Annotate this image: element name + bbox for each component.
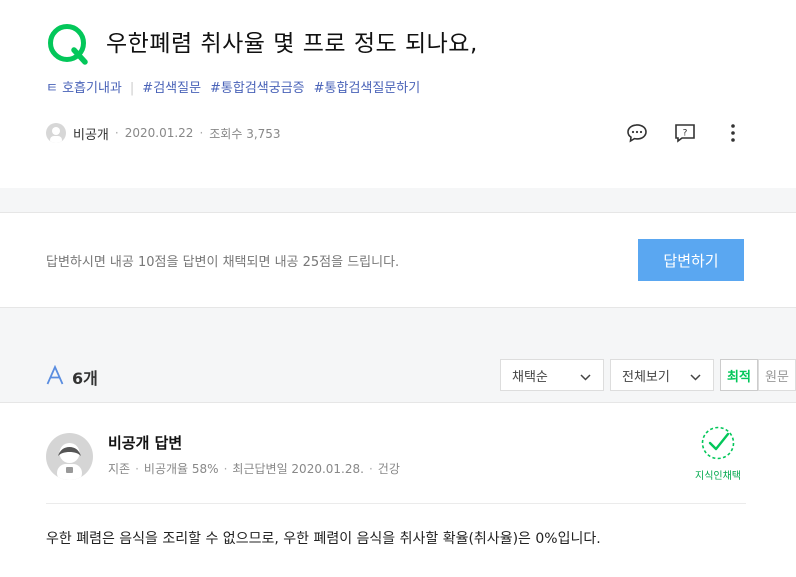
- chevron-down-icon: [580, 370, 591, 385]
- sort-select-value: 채택순: [512, 369, 548, 385]
- answerer-recent: 최근답변일 2020.01.28.: [232, 462, 364, 476]
- answerer-category: 건강: [377, 462, 400, 476]
- tag-list: ㅌ 호흡기내과 | #검색질문 #통합검색궁금증 #통합검색질문하기: [46, 77, 429, 96]
- meta-dot: ·: [199, 126, 204, 140]
- tab-original[interactable]: 원문: [758, 359, 796, 391]
- tag-separator: |: [129, 81, 135, 96]
- answerer-avatar: [46, 433, 93, 480]
- more-icon[interactable]: [720, 120, 746, 146]
- meta-dot: ·: [368, 462, 373, 476]
- answer-divider: [46, 503, 746, 504]
- view-count: 조회수 3,753: [209, 126, 281, 141]
- adopted-badge: 지식인채택: [686, 425, 750, 482]
- answerer-meta: 지존 · 비공개율 58% · 최근답변일 2020.01.28. · 건강: [108, 460, 400, 477]
- answer-a-icon: [46, 364, 64, 385]
- meta-dot: ·: [223, 462, 228, 476]
- tag-link[interactable]: #통합검색질문하기: [314, 81, 421, 96]
- adopted-badge-label: 지식인채택: [695, 471, 741, 482]
- author-name[interactable]: 비공개: [73, 124, 109, 143]
- meta-dot: ·: [114, 126, 119, 140]
- answerer-rate: 비공개율 58%: [143, 462, 219, 476]
- question-meta: 비공개 · 2020.01.22 · 조회수 3,753: [46, 123, 281, 143]
- meta-dot: ·: [135, 462, 139, 476]
- comment-icon[interactable]: [624, 120, 650, 146]
- author-avatar: [46, 123, 66, 143]
- answerer-grade: 지존: [108, 462, 131, 476]
- category-link[interactable]: ㅌ 호흡기내과: [46, 81, 122, 96]
- question-date: 2020.01.22: [124, 126, 194, 140]
- answer-title: 비공개 답변: [108, 434, 183, 452]
- tag-link[interactable]: #통합검색궁금증: [210, 81, 305, 96]
- answer-prompt-text: 답변하시면 내공 10점을 답변이 채택되면 내공 25점을 드립니다.: [46, 255, 400, 270]
- question-title: 우한폐렴 취사율 몇 프로 정도 되나요,: [106, 31, 478, 57]
- answer-tab-toggle: 최적 원문: [720, 359, 796, 391]
- write-answer-button[interactable]: 답변하기: [638, 239, 744, 281]
- question-logo-icon: [46, 22, 90, 66]
- answer-card: 비공개 답변 지존 · 비공개율 58% · 최근답변일 2020.01.28. · 건강 …: [0, 402, 796, 577]
- sort-select[interactable]: 채택순: [500, 359, 604, 391]
- question-report-icon[interactable]: ?: [672, 120, 698, 146]
- tag-link[interactable]: #검색질문: [142, 81, 201, 96]
- svg-text:?: ?: [683, 129, 688, 139]
- adopted-check-icon: [700, 426, 736, 465]
- question-card: 우한폐렴 취사율 몇 프로 정도 되나요, ㅌ 호흡기내과 | #검색질문 #통합검색…: [0, 0, 796, 188]
- answers-header: 6개 채택순 전체보기 최적 원문: [0, 355, 796, 395]
- answer-body: 우한 폐렴은 음식을 조리할 수 없으므로, 우한 폐렴이 음식을 취사할 확율…: [46, 531, 601, 547]
- answer-count: 6개: [72, 369, 98, 388]
- view-filter-value: 전체보기: [622, 369, 670, 385]
- tab-latest[interactable]: 최적: [720, 359, 758, 391]
- view-filter-select[interactable]: 전체보기: [610, 359, 714, 391]
- chevron-down-icon: [690, 370, 701, 385]
- question-actions: ?: [624, 120, 746, 146]
